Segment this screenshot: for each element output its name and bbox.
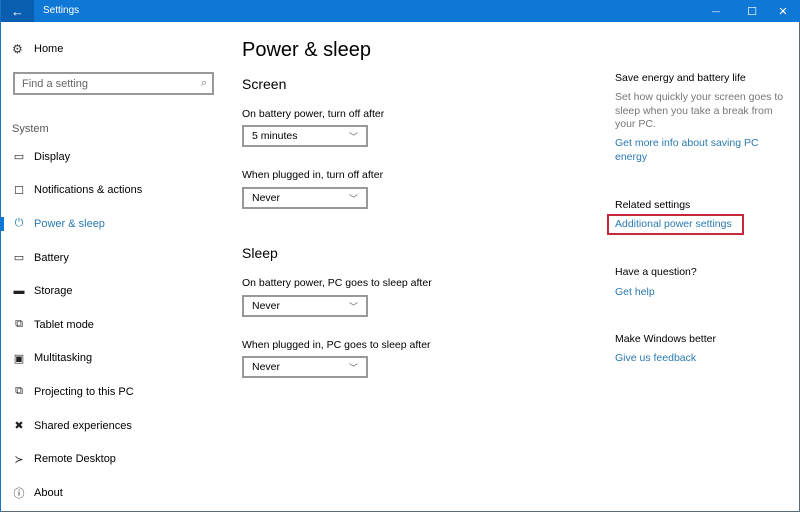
sidebar-item-display[interactable]: ▭ Display [1,140,229,174]
close-icon: ✕ [778,5,788,18]
search-icon: ⌕ [200,77,207,89]
feedback-link[interactable]: Give us feedback [615,352,696,366]
sidebar-item-label: Shared experiences [34,419,132,432]
sidebar-item-label: Power & sleep [34,217,105,230]
related-settings-heading: Related settings [615,199,691,211]
sidebar-item-projecting[interactable]: ⧉ Projecting to this PC [1,375,229,409]
settings-window: ← Settings — ☐ ✕ ⚙ Home Find a setting ⌕… [0,0,800,512]
save-energy-text: Set how quickly your screen goes to slee… [615,91,784,130]
sidebar-item-label: Display [34,150,71,163]
display-icon: ▭ [13,151,25,164]
sidebar-item-label: Projecting to this PC [34,385,134,398]
section-label-system: System [12,123,49,135]
sleep-plugged-dropdown[interactable]: Never ﹀ [242,356,368,378]
sidebar-item-label: About [34,486,63,499]
maximize-icon: ☐ [747,5,757,18]
dropdown-value: Never [252,192,281,204]
notifications-icon: ☐ [14,184,24,197]
search-input[interactable]: Find a setting ⌕ [13,72,214,95]
sidebar-item-remote-desktop[interactable]: ≻ Remote Desktop [1,442,229,476]
sidebar-nav: ▭ Display ☐ Notifications & actions ⏻ Power… [1,140,229,510]
dropdown-value: Never [252,300,281,312]
screen-plugged-label: When plugged in, turn off after [242,169,384,181]
sidebar-item-label: Storage [34,285,73,298]
screen-battery-label: On battery power, turn off after [242,108,385,120]
minimize-icon: — [712,6,720,16]
sidebar-item-label: Battery [34,251,69,264]
sidebar-item-multitasking[interactable]: ▣ Multitasking [1,342,229,376]
screen-battery-dropdown[interactable]: 5 minutes ﹀ [242,125,368,147]
sidebar-item-tablet-mode[interactable]: ⧉ Tablet mode [1,308,229,342]
dropdown-value: 5 minutes [252,130,298,142]
sidebar-item-label: Notifications & actions [34,184,143,197]
window-title: Settings [43,5,80,16]
sleep-battery-label: On battery power, PC goes to sleep after [242,277,432,289]
page-title: Power & sleep [242,39,371,61]
sidebar-item-label: Multitasking [34,352,93,365]
gear-icon: ⚙ [12,42,23,56]
title-bar: ← Settings — ☐ ✕ [1,0,800,22]
back-arrow-icon: ← [11,3,24,19]
tablet-mode-icon: ⧉ [15,318,23,331]
sidebar-item-label: Tablet mode [34,318,94,331]
sidebar-item-label: Remote Desktop [34,453,116,466]
back-button[interactable]: ← [1,0,34,22]
screen-plugged-dropdown[interactable]: Never ﹀ [242,187,368,209]
question-heading: Have a question? [615,266,697,278]
save-energy-link[interactable]: Get more info about saving PC energy [615,137,775,164]
sidebar-item-about[interactable]: ⓘ About [1,476,229,510]
get-help-link[interactable]: Get help [615,286,655,300]
shared-experiences-icon: ✖ [14,420,24,433]
highlight-box [607,214,744,235]
storage-icon: ▬ [13,285,25,298]
sidebar: ⚙ Home Find a setting ⌕ System ▭ Display … [1,22,229,512]
sidebar-item-notifications[interactable]: ☐ Notifications & actions [1,174,229,208]
section-heading-sleep: Sleep [242,245,278,261]
sleep-battery-dropdown[interactable]: Never ﹀ [242,295,368,317]
projecting-icon: ⧉ [15,385,23,398]
minimize-button[interactable]: — [698,0,734,22]
save-energy-heading: Save energy and battery life [615,72,746,84]
chevron-down-icon: ﹀ [348,194,358,204]
close-button[interactable]: ✕ [765,0,800,22]
sidebar-item-power-sleep[interactable]: ⏻ Power & sleep [1,207,229,241]
sleep-plugged-label: When plugged in, PC goes to sleep after [242,339,431,351]
chevron-down-icon: ﹀ [348,132,358,142]
dropdown-value: Never [252,361,281,373]
sidebar-item-battery[interactable]: ▭ Battery [1,241,229,275]
power-icon: ⏻ [14,217,24,230]
search-placeholder: Find a setting [22,77,89,90]
sidebar-item-storage[interactable]: ▬ Storage [1,274,229,308]
chevron-down-icon: ﹀ [348,302,358,312]
info-icon: ⓘ [13,487,25,500]
home-label: Home [34,43,64,55]
make-windows-better-heading: Make Windows better [615,333,716,345]
section-heading-screen: Screen [242,76,287,92]
remote-desktop-icon: ≻ [14,453,24,466]
chevron-down-icon: ﹀ [348,363,358,373]
sidebar-item-shared-experiences[interactable]: ✖ Shared experiences [1,409,229,443]
battery-icon: ▭ [13,252,25,265]
sidebar-home[interactable]: ⚙ Home [12,42,63,56]
multitasking-icon: ▣ [13,352,25,365]
